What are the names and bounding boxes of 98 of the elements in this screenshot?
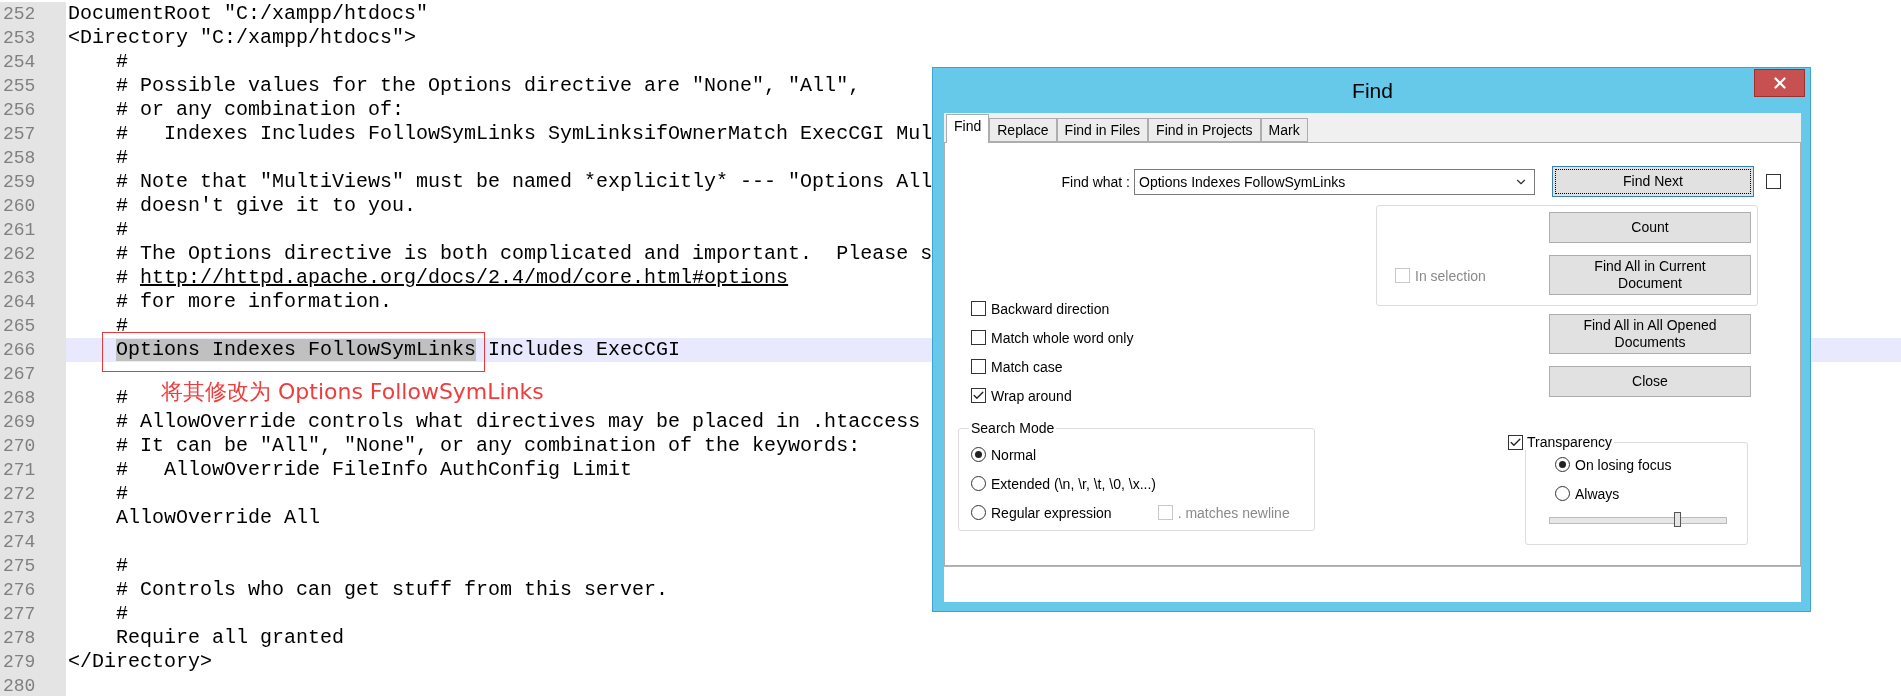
radio-label: Always <box>1575 485 1620 502</box>
group-title: Search Mode <box>971 420 1055 436</box>
line-number: 255 <box>0 74 66 98</box>
radio-label: Regular expression <box>991 504 1112 521</box>
line-number: 268 <box>0 386 66 410</box>
checkbox-label: Match whole word only <box>991 329 1134 346</box>
checkbox-label: Match case <box>991 358 1063 375</box>
code-text: # for more information. <box>115 291 393 313</box>
radio-label: On losing focus <box>1575 456 1672 473</box>
line-number: 269 <box>0 410 66 434</box>
tab[interactable]: Mark <box>1260 118 1308 142</box>
close-button[interactable] <box>1754 69 1805 97</box>
find-what-field[interactable]: Options Indexes FollowSymLinks <box>1134 168 1535 195</box>
dialog-button[interactable]: Find Next <box>1552 166 1754 197</box>
code-text: Includes ExecCGI <box>487 339 681 361</box>
checkbox[interactable] <box>971 301 986 316</box>
code-text: # <box>115 315 128 337</box>
line-number: 260 <box>0 194 66 218</box>
code-text: # doesn't give it to you. <box>115 195 417 217</box>
tab[interactable]: Find in Projects <box>1148 118 1261 142</box>
tab[interactable]: Replace <box>989 118 1057 142</box>
dialog-button[interactable]: Find All in Current Document <box>1549 255 1751 295</box>
checkbox[interactable] <box>971 359 986 374</box>
checkbox[interactable] <box>1508 434 1523 450</box>
code-text: # <box>115 387 128 409</box>
checkbox-label: Transparency <box>1527 434 1613 450</box>
dialog-button[interactable]: Count <box>1549 212 1751 243</box>
code-text: # <box>115 555 128 577</box>
radio-label: Normal <box>991 446 1037 463</box>
line-number: 252 <box>0 2 66 26</box>
line-number: 256 <box>0 98 66 122</box>
radio-button[interactable] <box>971 505 986 520</box>
line-number: 279 <box>0 650 66 674</box>
line-number: 278 <box>0 626 66 650</box>
annotation-note: 将其修改为 Options FollowSymLinks <box>161 378 544 406</box>
slider-thumb[interactable] <box>1673 512 1681 527</box>
line-number: 270 <box>0 434 66 458</box>
code-text: <Directory "C:/xampp/htdocs"> <box>68 27 417 49</box>
code-text: AllowOverride All <box>115 507 321 529</box>
checkbox-label: In selection <box>1415 267 1486 284</box>
checkbox-label: Wrap around <box>991 387 1072 404</box>
selected-text: Options Indexes FollowSymLinks <box>116 339 477 361</box>
code-text: # Controls who can get stuff from this server. <box>115 579 669 601</box>
line-number: 263 <box>0 266 66 290</box>
line-number: 271 <box>0 458 66 482</box>
line-number: 273 <box>0 506 66 530</box>
checkbox[interactable] <box>1766 174 1781 189</box>
checkbox-label: . matches newline <box>1177 504 1290 521</box>
checkbox[interactable] <box>971 330 986 345</box>
radio-label: Extended (\n, \r, \t, \0, \x...) <box>991 475 1156 492</box>
code-text: # AllowOverride FileInfo AuthConfig Limit <box>115 459 633 481</box>
line-number: 259 <box>0 170 66 194</box>
code-text: # <box>115 483 128 505</box>
line-number: 267 <box>0 362 66 386</box>
line-number: 261 <box>0 218 66 242</box>
line-number: 277 <box>0 602 66 626</box>
line-number: 253 <box>0 26 66 50</box>
checkbox-label: Backward direction <box>991 300 1110 317</box>
line-number: 262 <box>0 242 66 266</box>
line-number: 266 <box>0 338 66 362</box>
code-text: # <box>115 51 128 73</box>
code-text: # It can be "All", "None", or any combination of the keywords: <box>115 435 861 457</box>
line-number: 254 <box>0 50 66 74</box>
code-text: # Indexes Includes FollowSymLinks SymLinksifOwnerMatch ExecCGI Mul <box>115 123 933 145</box>
code-text: </Directory> <box>68 651 213 673</box>
window-title: Find <box>1352 78 1393 103</box>
field-label: Find what : <box>1061 173 1130 190</box>
field-value: Options Indexes FollowSymLinks <box>1139 173 1346 190</box>
line-number: 274 <box>0 530 66 554</box>
radio-button[interactable] <box>1555 486 1570 501</box>
line-number: 265 <box>0 314 66 338</box>
code-text: # <box>115 267 129 289</box>
code-text: # Possible values for the Options directive are "None", "All", <box>115 75 861 97</box>
dialog-button[interactable]: Close <box>1549 366 1751 397</box>
line-number: 257 <box>0 122 66 146</box>
radio-button[interactable] <box>971 447 986 462</box>
code-link[interactable]: http://httpd.apache.org/docs/2.4/mod/core.html#options <box>140 267 789 289</box>
radio-button[interactable] <box>971 476 986 491</box>
line-number: 272 <box>0 482 66 506</box>
line-number: 258 <box>0 146 66 170</box>
code-text: # The Options directive is both complicated and important. Please s <box>115 243 933 265</box>
checkbox[interactable] <box>971 388 986 403</box>
line-number: 275 <box>0 554 66 578</box>
code-text: # or any combination of: <box>115 99 405 121</box>
line-number: 264 <box>0 290 66 314</box>
code-text: # <box>115 219 128 241</box>
tab[interactable]: Find in Files <box>1056 118 1149 142</box>
code-text: # Note that "MultiViews" must be named *explicitly* --- "Options All <box>115 171 933 193</box>
code-text: # AllowOverride controls what directives may be placed in .htaccess <box>115 411 921 433</box>
code-text: # <box>115 603 128 625</box>
tab[interactable]: Find <box>946 114 990 143</box>
radio-button[interactable] <box>1555 457 1570 472</box>
code-text: Require all granted <box>115 627 345 649</box>
dialog-button[interactable]: Find All in All Opened Documents <box>1549 314 1751 354</box>
code-text: # <box>115 147 128 169</box>
code-text: DocumentRoot "C:/xampp/htdocs" <box>68 3 429 25</box>
line-number: 280 <box>0 674 66 696</box>
line-number: 276 <box>0 578 66 602</box>
